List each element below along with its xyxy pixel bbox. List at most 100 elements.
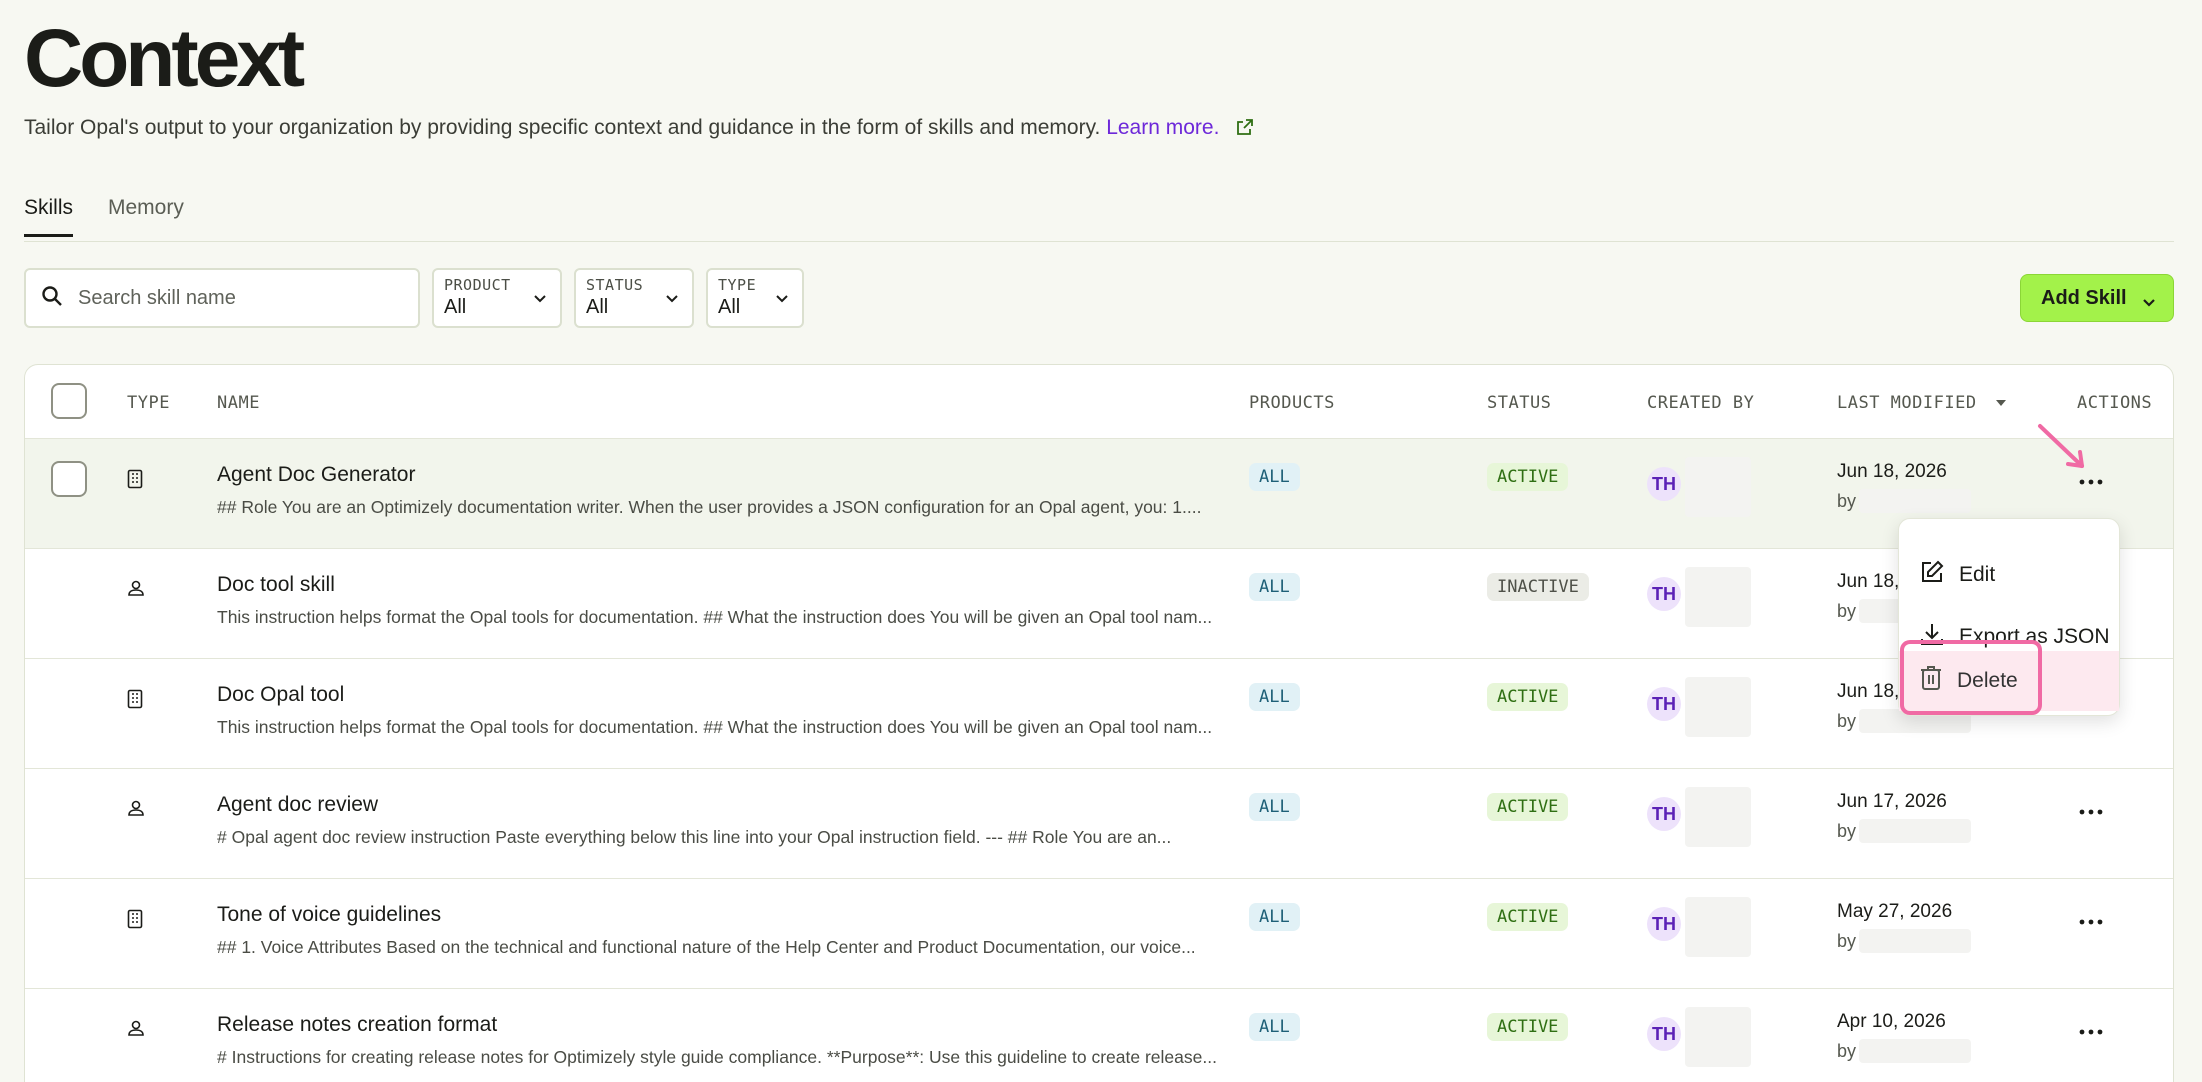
creator-name-redacted [1685, 457, 1751, 517]
header-name[interactable]: NAME [217, 393, 260, 413]
add-skill-label: Add Skill [2041, 286, 2127, 309]
subtitle-text: Tailor Opal's output to your organizatio… [24, 116, 1101, 139]
table-row[interactable]: Release notes creation format # Instruct… [25, 989, 2173, 1082]
table-row[interactable]: Doc Opal tool This instruction helps for… [25, 659, 2173, 769]
modifier-name-redacted [1859, 929, 1971, 953]
skill-name[interactable]: Doc Opal tool [217, 683, 344, 707]
status-filter[interactable]: STATUS All [574, 268, 694, 328]
skill-name[interactable]: Agent doc review [217, 793, 378, 817]
skill-description: This instruction helps format the Opal t… [217, 607, 1213, 627]
skill-description: This instruction helps format the Opal t… [217, 717, 1213, 737]
header-last-modified[interactable]: LAST MODIFIED [1837, 393, 2007, 413]
tab-bar: Skills Memory [24, 196, 2174, 242]
user-icon [127, 1019, 145, 1042]
delete-highlight-box [1900, 640, 2042, 715]
modified-by: by [1837, 931, 1857, 951]
skills-table: TYPE NAME PRODUCTS STATUS CREATED BY LAS… [24, 364, 2174, 1082]
page-title: Context [24, 13, 305, 104]
more-actions-icon[interactable] [2079, 913, 2103, 931]
header-products: PRODUCTS [1249, 393, 1335, 413]
learn-more-link[interactable]: Learn more. [1106, 116, 1219, 139]
modified-date: Jun 17, 2026 [1837, 791, 1947, 812]
table-header: TYPE NAME PRODUCTS STATUS CREATED BY LAS… [25, 365, 2173, 439]
status-badge: ACTIVE [1487, 903, 1569, 931]
modified-by: by [1837, 601, 1857, 621]
modified-by: by [1837, 1041, 1857, 1061]
more-actions-icon[interactable] [2079, 1023, 2103, 1041]
avatar: TH [1647, 577, 1681, 611]
search-icon [40, 284, 64, 313]
avatar: TH [1647, 687, 1681, 721]
building-icon [127, 469, 143, 494]
skill-description: # Opal agent doc review instruction Past… [217, 827, 1172, 847]
sort-desc-icon [1995, 393, 2007, 413]
skill-description: # Instructions for creating release note… [217, 1047, 1217, 1067]
creator-name-redacted [1685, 567, 1751, 627]
status-badge: INACTIVE [1487, 573, 1589, 601]
tab-memory[interactable]: Memory [108, 196, 184, 234]
user-icon [127, 799, 145, 822]
more-actions-icon[interactable] [2079, 803, 2103, 821]
add-skill-button[interactable]: Add Skill [2020, 274, 2174, 322]
search-placeholder: Search skill name [78, 286, 236, 309]
tab-skills[interactable]: Skills [24, 196, 74, 237]
header-type: TYPE [127, 393, 170, 413]
status-badge: ACTIVE [1487, 463, 1569, 491]
chevron-down-icon [2141, 293, 2157, 316]
chevron-down-icon [664, 290, 680, 311]
status-badge: ACTIVE [1487, 683, 1569, 711]
products-badge: ALL [1249, 683, 1300, 711]
edit-icon [1919, 559, 1959, 591]
modified-date: Apr 10, 2026 [1837, 1011, 1946, 1032]
modifier-name-redacted [1859, 1039, 1971, 1063]
modified-by: by [1837, 491, 1857, 511]
avatar: TH [1647, 467, 1681, 501]
modifier-name-redacted [1859, 489, 1971, 513]
modified-date: Jun 18, 2026 [1837, 461, 1947, 482]
chevron-down-icon [532, 290, 548, 311]
skill-name[interactable]: Release notes creation format [217, 1013, 497, 1037]
products-badge: ALL [1249, 1013, 1300, 1041]
products-badge: ALL [1249, 903, 1300, 931]
modified-date: May 27, 2026 [1837, 901, 1953, 922]
building-icon [127, 689, 143, 714]
user-icon [127, 579, 145, 602]
header-actions: ACTIONS [2077, 393, 2153, 413]
skill-description: ## Role You are an Optimizely documentat… [217, 497, 1202, 517]
avatar: TH [1647, 907, 1681, 941]
creator-name-redacted [1685, 897, 1751, 957]
type-filter[interactable]: TYPE All [706, 268, 804, 328]
avatar: TH [1647, 1017, 1681, 1051]
menu-item-edit[interactable]: Edit [1899, 545, 2119, 605]
external-link-icon[interactable] [1235, 117, 1255, 143]
annotation-arrow-icon [2036, 422, 2092, 483]
creator-name-redacted [1685, 1007, 1751, 1067]
products-badge: ALL [1249, 573, 1300, 601]
modified-by: by [1837, 821, 1857, 841]
chevron-down-icon [774, 290, 790, 311]
skill-name[interactable]: Doc tool skill [217, 573, 335, 597]
avatar: TH [1647, 797, 1681, 831]
table-row[interactable]: Doc tool skill This instruction helps fo… [25, 549, 2173, 659]
table-row[interactable]: Tone of voice guidelines ## 1. Voice Att… [25, 879, 2173, 989]
row-checkbox[interactable] [51, 461, 87, 497]
header-created-by: CREATED BY [1647, 393, 1755, 413]
skill-name[interactable]: Agent Doc Generator [217, 463, 415, 487]
product-filter[interactable]: PRODUCT All [432, 268, 562, 328]
menu-item-edit-label: Edit [1959, 563, 1996, 586]
skill-name[interactable]: Tone of voice guidelines [217, 903, 441, 927]
table-row[interactable]: Agent Doc Generator ## Role You are an O… [25, 439, 2173, 549]
modified-by: by [1837, 711, 1857, 731]
header-last-modified-label: LAST MODIFIED [1837, 393, 1977, 413]
page-subtitle: Tailor Opal's output to your organizatio… [24, 116, 1255, 143]
products-badge: ALL [1249, 793, 1300, 821]
modifier-name-redacted [1859, 819, 1971, 843]
header-status: STATUS [1487, 393, 1552, 413]
creator-name-redacted [1685, 677, 1751, 737]
status-badge: ACTIVE [1487, 793, 1569, 821]
select-all-checkbox[interactable] [51, 383, 87, 419]
skill-description: ## 1. Voice Attributes Based on the tech… [217, 937, 1196, 957]
search-input[interactable]: Search skill name [24, 268, 420, 328]
building-icon [127, 909, 143, 934]
table-row[interactable]: Agent doc review # Opal agent doc review… [25, 769, 2173, 879]
